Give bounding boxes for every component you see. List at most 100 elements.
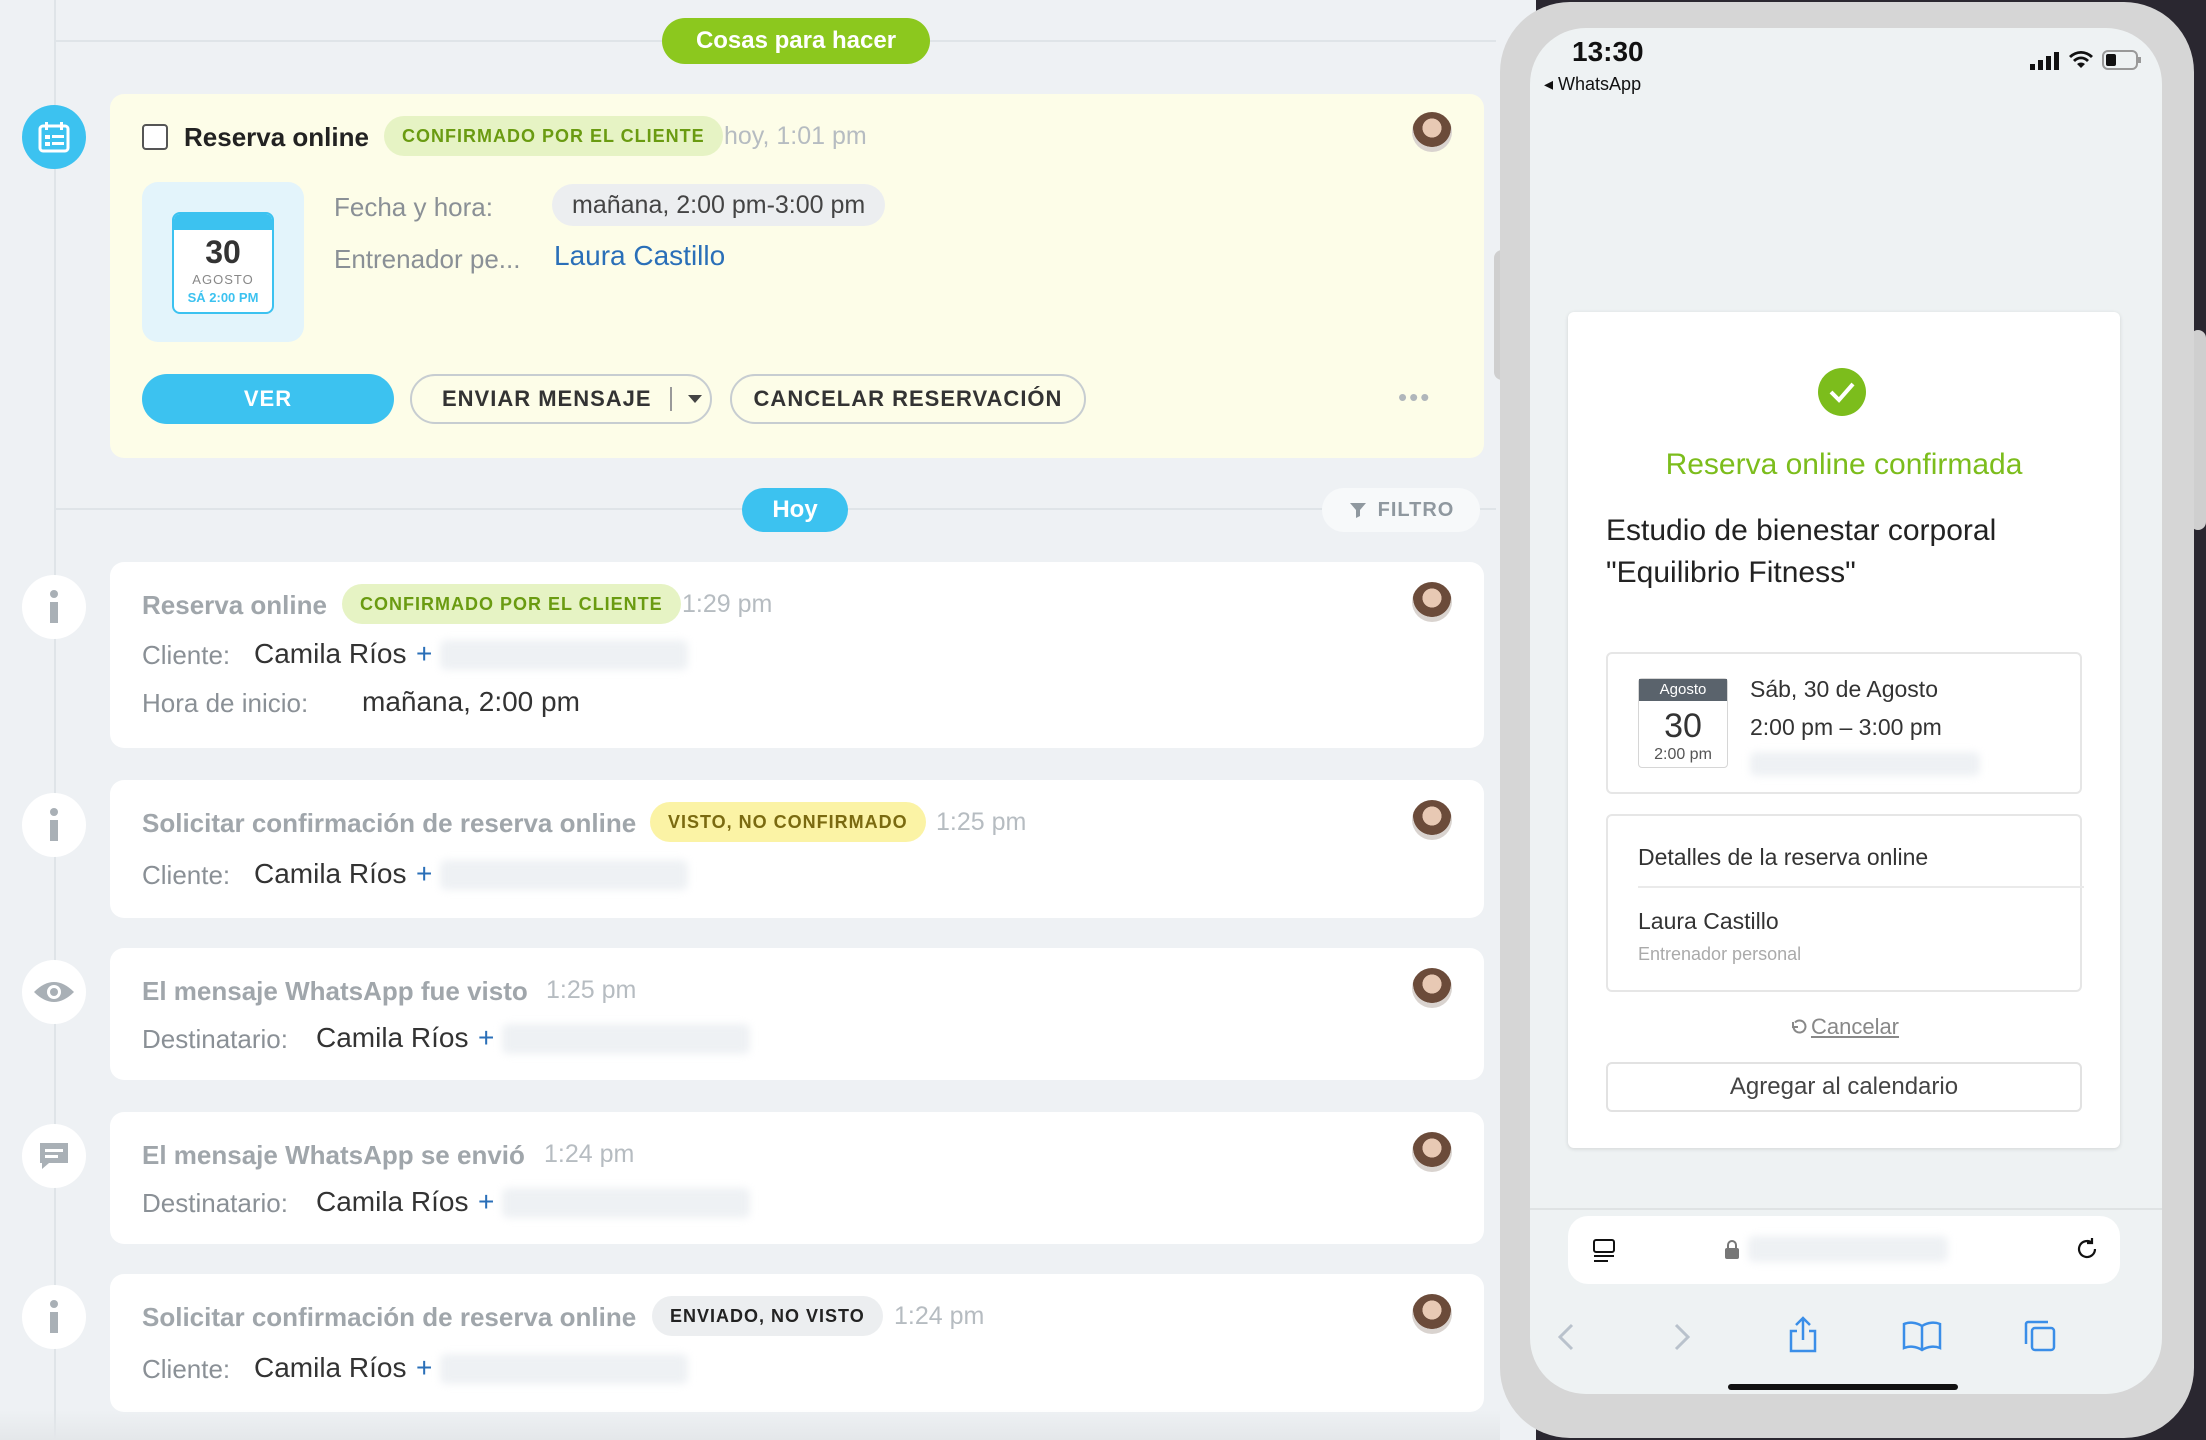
add-to-calendar-button[interactable]: Agregar al calendario — [1606, 1062, 2082, 1112]
event-card: Reserva online CONFIRMADO POR EL CLIENTE… — [110, 562, 1484, 748]
section-todo-pill: Cosas para hacer — [662, 18, 930, 64]
home-indicator — [1728, 1384, 1958, 1390]
status-badge: ENVIADO, NO VISTO — [652, 1296, 883, 1336]
filter-button[interactable]: FILTRO — [1322, 488, 1480, 532]
event-time: 1:29 pm — [682, 590, 773, 618]
status-time: 13:30 — [1572, 36, 1644, 67]
toolbar-divider — [1530, 1208, 2162, 1210]
tabs-overview-icon[interactable] — [1592, 1238, 1618, 1264]
avatar — [1412, 112, 1452, 152]
client-label: Cliente: — [142, 640, 231, 670]
todo-time: hoy, 1:01 pm — [724, 122, 867, 150]
studio-name-line2: "Equilibrio Fitness" — [1606, 556, 1856, 589]
bookmarks-icon[interactable] — [1902, 1320, 1942, 1352]
event-title: Reserva online — [142, 590, 327, 620]
battery-icon — [2102, 50, 2141, 70]
redacted-phone — [440, 860, 688, 890]
signal-icon — [2030, 52, 2059, 70]
redacted-url — [1748, 1236, 1948, 1262]
date-value: mañana, 2:00 pm-3:00 pm — [552, 184, 886, 226]
details-box: Detalles de la reserva online Laura Cast… — [1606, 814, 2084, 992]
event-time: 1:25 pm — [546, 976, 637, 1004]
todo-card: Reserva online CONFIRMADO POR EL CLIENTE… — [110, 94, 1484, 458]
cancel-reservation-button[interactable]: CANCELAR RESERVACIÓN — [730, 374, 1086, 424]
recipient-name[interactable]: Camila Ríos — [316, 1022, 468, 1054]
eye-icon — [22, 960, 86, 1024]
plus-icon[interactable]: + — [416, 638, 432, 670]
status-badge: VISTO, NO CONFIRMADO — [650, 802, 926, 842]
plus-icon[interactable]: + — [478, 1186, 494, 1218]
calendar-tile: 30 AGOSTO SÁ 2:00 PM — [142, 182, 304, 342]
client-name[interactable]: Camila Ríos — [254, 1352, 406, 1384]
trainer-role: Entrenador personal — [1638, 944, 1802, 964]
avatar — [1412, 968, 1452, 1008]
recipient-label: Destinatario: — [142, 1188, 288, 1218]
redacted-phone — [502, 1188, 750, 1218]
wifi-icon — [2069, 51, 2093, 68]
more-options-icon[interactable]: ••• — [1398, 382, 1431, 413]
info-icon — [22, 1285, 86, 1349]
cancel-link-label: Cancelar — [1810, 1014, 1900, 1039]
mini-calendar-month: Agosto — [1639, 679, 1727, 701]
todo-checkbox[interactable] — [142, 124, 168, 150]
event-title: Solicitar confirmación de reserva online — [142, 808, 637, 838]
plus-icon[interactable]: + — [416, 858, 432, 890]
bottom-fade — [0, 1410, 1500, 1440]
chat-icon — [22, 1124, 86, 1188]
send-message-button[interactable]: ENVIAR MENSAJE — [410, 374, 712, 424]
plus-icon[interactable]: + — [416, 1352, 432, 1384]
calendar-day: 30 — [205, 234, 241, 270]
recipient-label: Destinatario: — [142, 1024, 288, 1054]
trainer-name: Laura Castillo — [1638, 908, 1779, 934]
mini-calendar-time: 2:00 pm — [1654, 746, 1712, 763]
mini-calendar-day: 30 — [1664, 707, 1702, 745]
client-name[interactable]: Camila Ríos — [254, 858, 406, 890]
time-range: 2:00 pm – 3:00 pm — [1750, 714, 1942, 740]
client-label: Cliente: — [142, 1354, 231, 1384]
start-time-value: mañana, 2:00 pm — [362, 686, 580, 717]
event-time: 1:25 pm — [936, 808, 1027, 836]
redacted-address — [1750, 752, 1980, 776]
studio-name-line1: Estudio de bienestar corporal — [1606, 514, 1997, 547]
todo-title: Reserva online — [184, 122, 369, 152]
event-title: El mensaje WhatsApp se envió — [142, 1140, 525, 1170]
share-icon[interactable] — [1788, 1316, 1818, 1354]
calendar-time: SÁ 2:00 PM — [187, 290, 259, 305]
plus-icon[interactable]: + — [478, 1022, 494, 1054]
date-text: Sáb, 30 de Agosto — [1750, 676, 1938, 702]
status-icons — [2030, 50, 2142, 70]
tabs-icon[interactable] — [2022, 1318, 2058, 1354]
avatar — [1412, 1294, 1452, 1334]
event-time: 1:24 pm — [544, 1140, 635, 1168]
chevron-down-icon[interactable] — [686, 393, 704, 405]
safari-toolbar — [1530, 1312, 2162, 1362]
button-divider — [669, 387, 672, 411]
info-icon — [22, 793, 86, 857]
event-card: Solicitar confirmación de reserva online… — [110, 780, 1484, 918]
section-today-pill: Hoy — [742, 488, 848, 532]
forward-arrow-icon[interactable] — [1672, 1322, 1692, 1352]
client-name[interactable]: Camila Ríos — [254, 638, 406, 670]
details-title: Detalles de la reserva online — [1638, 844, 1929, 870]
back-to-whatsapp[interactable]: ◂ WhatsApp — [1544, 74, 1641, 95]
calendar-card: 30 AGOSTO SÁ 2:00 PM — [172, 212, 274, 314]
event-card: Solicitar confirmación de reserva online… — [110, 1274, 1484, 1412]
recipient-name[interactable]: Camila Ríos — [316, 1186, 468, 1218]
avatar — [1412, 582, 1452, 622]
cancel-link[interactable]: Cancelar — [1568, 1014, 2120, 1040]
redacted-phone — [502, 1024, 750, 1054]
event-title: El mensaje WhatsApp fue visto — [142, 976, 528, 1006]
back-arrow-icon[interactable] — [1556, 1322, 1576, 1352]
view-button[interactable]: VER — [142, 374, 394, 424]
undo-icon — [1791, 1019, 1807, 1034]
calendar-month: AGOSTO — [192, 272, 254, 287]
reload-icon[interactable] — [2074, 1236, 2100, 1262]
send-message-label: ENVIAR MENSAJE — [442, 386, 652, 411]
start-time-label: Hora de inicio: — [142, 688, 309, 718]
trainer-link[interactable]: Laura Castillo — [554, 240, 725, 272]
filter-icon — [1349, 503, 1366, 518]
event-card: El mensaje WhatsApp fue visto 1:25 pm De… — [110, 948, 1484, 1080]
url-bar[interactable] — [1568, 1216, 2120, 1284]
redacted-phone — [440, 640, 688, 670]
status-badge: CONFIRMADO POR EL CLIENTE — [384, 116, 723, 156]
